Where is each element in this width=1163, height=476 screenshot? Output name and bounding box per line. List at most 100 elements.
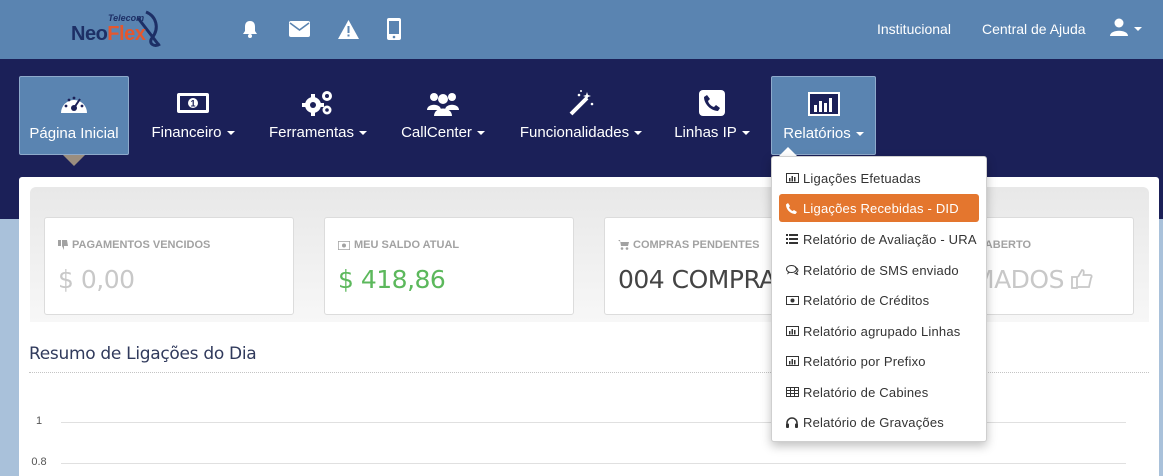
neoflex-logo[interactable]: Telecom NeoFlex (68, 8, 164, 50)
menu-item-label: Relatório de Cabines (803, 384, 929, 400)
stat-label: COMPRAS PENDENTES (618, 239, 760, 251)
logo-word-neo: Neo (71, 23, 108, 45)
money-icon (786, 295, 801, 305)
stat-value: $ 0,00 (58, 265, 135, 294)
menu-item-label: Relatório de Créditos (803, 292, 930, 308)
chevron-down-icon (359, 131, 368, 136)
nav-label: Financeiro (143, 124, 243, 141)
institucional-link[interactable]: Institucional (877, 21, 951, 37)
nav-label-text: Financeiro (151, 124, 222, 141)
user-menu-button[interactable] (1110, 18, 1146, 40)
section-title: Resumo de Ligações do Dia (29, 344, 257, 364)
menu-item-label: Relatório de Avaliação - URA (803, 231, 977, 247)
menu-item-label: Relatório de Gravações (803, 414, 944, 430)
thumbs-down-icon (58, 240, 68, 250)
chevron-down-icon (855, 132, 864, 137)
chevron-down-icon (634, 131, 643, 136)
svg-text:1: 1 (190, 99, 195, 109)
menu-item-relatorio-sms-enviado[interactable]: Relatório de SMS enviado (779, 256, 979, 284)
nav-label-text: Funcionalidades (519, 124, 630, 141)
nav-label: Relatórios (772, 125, 875, 142)
bar-chart-icon (786, 356, 801, 366)
stat-label-text: COMPRAS PENDENTES (633, 239, 760, 251)
stat-value: MADOS (973, 265, 1093, 294)
user-icon (1110, 18, 1128, 36)
dashboard-content: PAGAMENTOS VENCIDOS $ 0,00 MEU SALDO ATU… (19, 177, 1159, 476)
bar-chart-icon (772, 91, 875, 117)
money-icon (338, 240, 350, 250)
menu-item-relatorio-avaliacao-ura[interactable]: Relatório de Avaliação - URA (779, 225, 979, 253)
menu-item-relatorio-por-prefixo[interactable]: Relatório por Prefixo (779, 347, 979, 375)
relatorios-dropdown-menu: Ligações Efetuadas Ligações Recebidas - … (771, 156, 987, 442)
chart-y-tick-label: 0.8 (31, 456, 47, 468)
nav-label-text: CallCenter (401, 124, 472, 141)
logo-telecom-text: Telecom (108, 13, 145, 23)
cogs-icon (262, 90, 374, 116)
phone-icon (667, 90, 757, 116)
nav-item-linhas-ip[interactable]: Linhas IP (667, 76, 757, 155)
nav-item-relatorios[interactable]: Relatórios (771, 76, 876, 155)
chevron-down-icon (741, 131, 750, 136)
users-icon (395, 90, 491, 116)
nav-label-text: Ferramentas (268, 124, 355, 141)
chevron-down-icon (1134, 27, 1142, 31)
top-bar: Telecom NeoFlex Institucional Central de… (0, 0, 1163, 59)
stat-value: $ 418,86 (338, 265, 446, 294)
nav-item-financeiro[interactable]: 1 Financeiro (143, 76, 243, 155)
dashboard-icon (20, 91, 128, 117)
menu-item-label: Ligações Efetuadas (803, 170, 921, 186)
stat-value: 004 COMPRAS (618, 265, 792, 294)
warning-icon[interactable] (336, 17, 360, 41)
dropdown-arrow (779, 147, 797, 156)
cart-icon (618, 240, 629, 250)
list-icon (786, 234, 801, 244)
stat-label: PAGAMENTOS VENCIDOS (58, 239, 210, 251)
nav-label: CallCenter (395, 124, 491, 141)
nav-item-ferramentas[interactable]: Ferramentas (262, 76, 374, 155)
nav-label: Funcionalidades (511, 124, 651, 141)
nav-item-pagina-inicial[interactable]: Página Inicial (19, 76, 129, 155)
nav-item-funcionalidades[interactable]: Funcionalidades (511, 76, 651, 155)
nav-label-text: Linhas IP (674, 124, 737, 141)
logo-wordmark: NeoFlex (71, 23, 146, 46)
menu-item-relatorio-agrupado-linhas[interactable]: Relatório agrupado Linhas (779, 317, 979, 345)
chevron-down-icon (476, 131, 485, 136)
stat-label: MEU SALDO ATUAL (338, 239, 459, 251)
menu-item-relatorio-cabines[interactable]: Relatório de Cabines (779, 378, 979, 406)
thumbs-up-icon (1071, 269, 1093, 289)
chevron-down-icon (226, 131, 235, 136)
menu-item-ligacoes-recebidas-did[interactable]: Ligações Recebidas - DID (779, 194, 979, 222)
logo-word-flex: Flex (107, 23, 146, 45)
stat-label-text: PAGAMENTOS VENCIDOS (72, 239, 211, 251)
nav-item-callcenter[interactable]: CallCenter (395, 76, 491, 155)
bar-chart-icon (786, 173, 801, 183)
chart-gridline (61, 463, 1126, 464)
central-de-ajuda-link[interactable]: Central de Ajuda (982, 21, 1086, 37)
mobile-icon[interactable] (382, 17, 406, 41)
comments-icon (786, 265, 801, 275)
nav-label: Ferramentas (262, 124, 374, 141)
nav-label: Linhas IP (667, 124, 757, 141)
chart-y-tick-label: 1 (35, 415, 43, 427)
magic-wand-icon (511, 90, 651, 116)
active-nav-pointer (63, 155, 85, 166)
menu-item-label: Relatório agrupado Linhas (803, 323, 961, 339)
nav-label: Página Inicial (29, 125, 119, 142)
menu-item-ligacoes-efetuadas[interactable]: Ligações Efetuadas (779, 164, 979, 192)
table-icon (786, 387, 801, 397)
phone-icon (786, 202, 801, 214)
menu-item-relatorio-creditos[interactable]: Relatório de Créditos (779, 286, 979, 314)
bar-chart-icon (786, 326, 801, 336)
envelope-icon[interactable] (287, 17, 311, 41)
menu-item-label: Relatório de SMS enviado (803, 262, 959, 278)
stat-card-pagamentos-vencidos[interactable]: PAGAMENTOS VENCIDOS $ 0,00 (44, 217, 294, 315)
nav-label-text: Relatórios (783, 125, 851, 142)
menu-item-label: Ligações Recebidas - DID (803, 200, 959, 216)
stat-card-meu-saldo-atual[interactable]: MEU SALDO ATUAL $ 418,86 (324, 217, 574, 315)
bell-icon[interactable] (238, 17, 262, 41)
headphones-icon (786, 416, 801, 428)
menu-item-relatorio-gravacoes[interactable]: Relatório de Gravações (779, 408, 979, 436)
stat-label-text: MEU SALDO ATUAL (354, 239, 460, 251)
menu-item-label: Relatório por Prefixo (803, 353, 926, 369)
money-icon: 1 (143, 90, 243, 116)
